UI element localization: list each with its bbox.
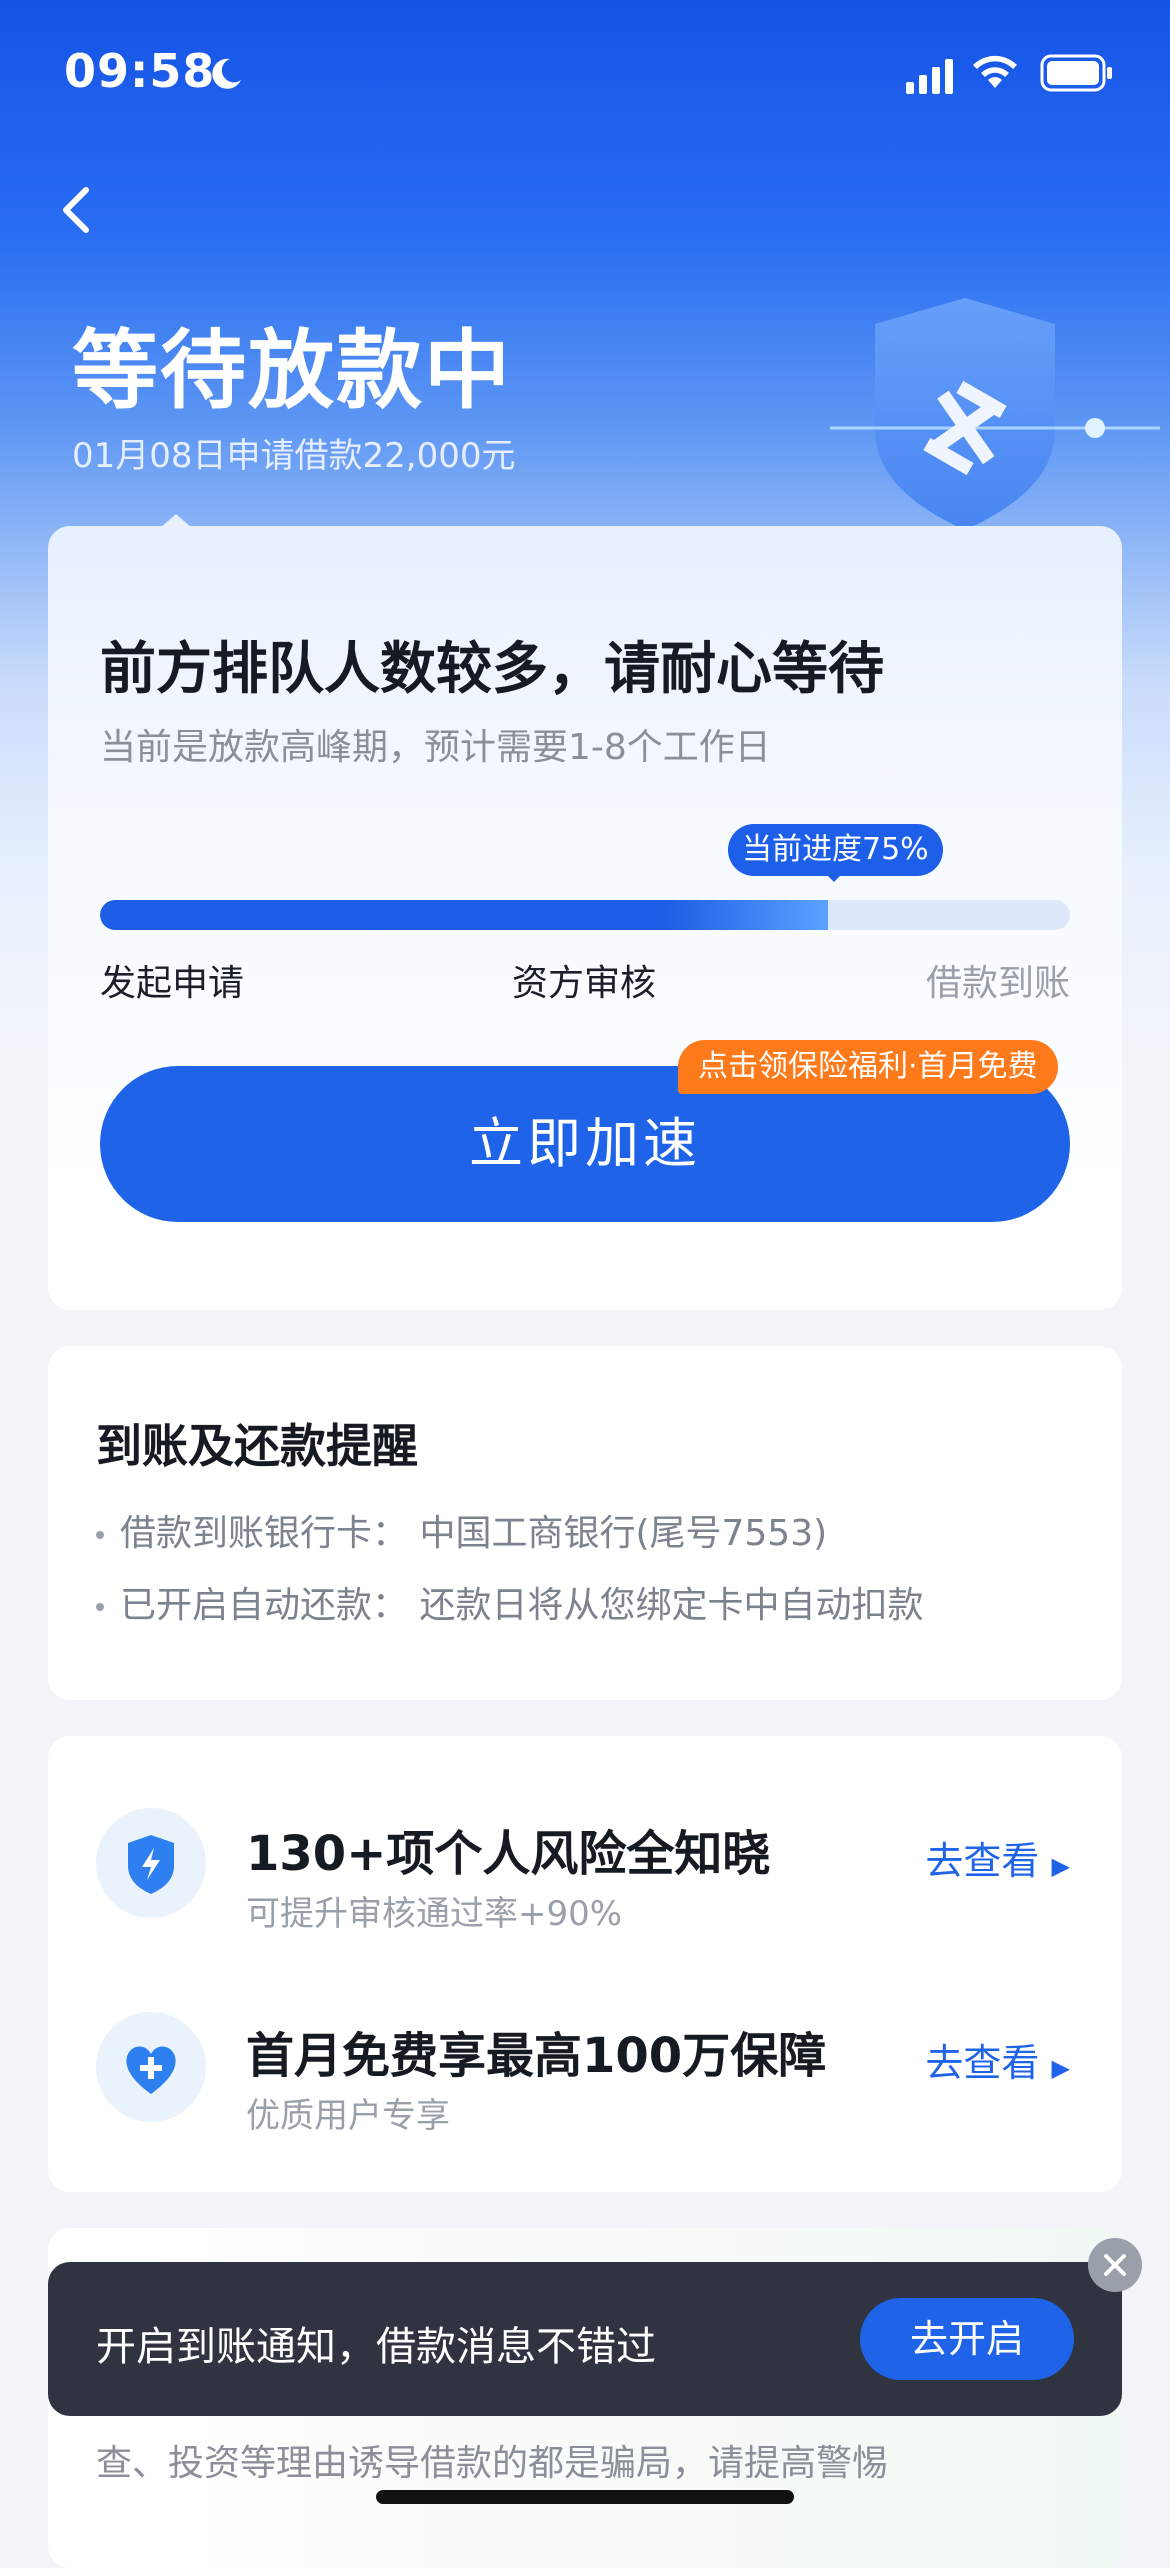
cellular-signal-icon <box>906 59 953 94</box>
step-review: 资方审核 <box>512 963 657 1004</box>
queue-subheading: 当前是放款高峰期，预计需要1-8个工作日 <box>100 727 771 768</box>
moon-icon <box>212 58 241 89</box>
queue-heading: 前方排队人数较多，请耐心等待 <box>100 637 884 702</box>
triangle-right-icon: ▶ <box>1051 1852 1070 1880</box>
battery-icon <box>1040 54 1112 92</box>
reminder-card: 到账及还款提醒 借款到账银行卡： 中国工商银行(尾号7553) 已开启自动还款：… <box>48 1346 1122 1700</box>
progress-card: 前方排队人数较多，请耐心等待 当前是放款高峰期，预计需要1-8个工作日 当前进度… <box>48 526 1122 1310</box>
enable-notification-button[interactable]: 去开启 <box>860 2298 1074 2380</box>
shield-lightning-icon <box>96 1808 206 1918</box>
progress-label-pointer <box>824 872 844 882</box>
risk-service-link[interactable]: 去查看 ▶ <box>925 1830 1070 1885</box>
insurance-service-title: 首月免费享最高100万保障 <box>246 2028 827 2084</box>
risk-service-link-label: 去查看 <box>925 1839 1040 1883</box>
risk-service-title: 130+项个人风险全知晓 <box>246 1826 771 1882</box>
progress-bar-fill <box>100 900 828 930</box>
insurance-promo-badge[interactable]: 点击领保险福利·首月免费 <box>678 1040 1058 1094</box>
bullet-icon <box>96 1603 104 1611</box>
progress-bar <box>100 900 1070 930</box>
reminder-auto-repay: 已开启自动还款： 还款日将从您绑定卡中自动扣款 <box>96 1576 923 1628</box>
services-card: 130+项个人风险全知晓 可提升审核通过率+90% 去查看 ▶ 首月免费享最高1… <box>48 1736 1122 2192</box>
back-arrow-icon[interactable] <box>48 180 108 240</box>
reminder-bank-card: 借款到账银行卡： 中国工商银行(尾号7553) <box>96 1504 827 1556</box>
insurance-service-subtitle: 优质用户专享 <box>246 2096 450 2136</box>
insurance-service-link[interactable]: 去查看 ▶ <box>925 2032 1070 2087</box>
page-title: 等待放款中 <box>72 321 512 421</box>
toast-message: 开启到账通知，借款消息不错过 <box>96 2324 656 2370</box>
reminder-heading: 到账及还款提醒 <box>96 1419 418 1473</box>
insurance-service-link-label: 去查看 <box>925 2041 1040 2085</box>
wifi-icon <box>973 55 1017 88</box>
step-disbursed: 借款到账 <box>925 963 1070 1004</box>
close-icon[interactable] <box>1088 2238 1142 2292</box>
bullet-icon <box>96 1531 104 1539</box>
home-indicator[interactable] <box>376 2490 794 2504</box>
fraud-warning-text: 查、投资等理由诱导借款的都是骗局，请提高警惕 <box>96 2443 889 2484</box>
risk-service-subtitle: 可提升审核通过率+90% <box>246 1894 623 1934</box>
reminder-auto-repay-text: 已开启自动还款： 还款日将从您绑定卡中自动扣款 <box>120 1585 924 1626</box>
loan-application-summary: 01月08日申请借款22,000元 <box>72 436 516 476</box>
notification-toast: 开启到账通知，借款消息不错过 去开启 <box>48 2262 1122 2416</box>
reminder-bank-card-text: 借款到账银行卡： 中国工商银行(尾号7553) <box>120 1513 828 1554</box>
shield-logo-icon <box>830 298 1160 530</box>
triangle-right-icon: ▶ <box>1051 2054 1070 2082</box>
status-bar: 09:58 <box>0 0 1170 150</box>
status-time: 09:58 <box>64 44 216 98</box>
progress-label: 当前进度75% <box>728 824 943 876</box>
heart-plus-icon <box>96 2012 206 2122</box>
step-submit: 发起申请 <box>100 963 245 1004</box>
